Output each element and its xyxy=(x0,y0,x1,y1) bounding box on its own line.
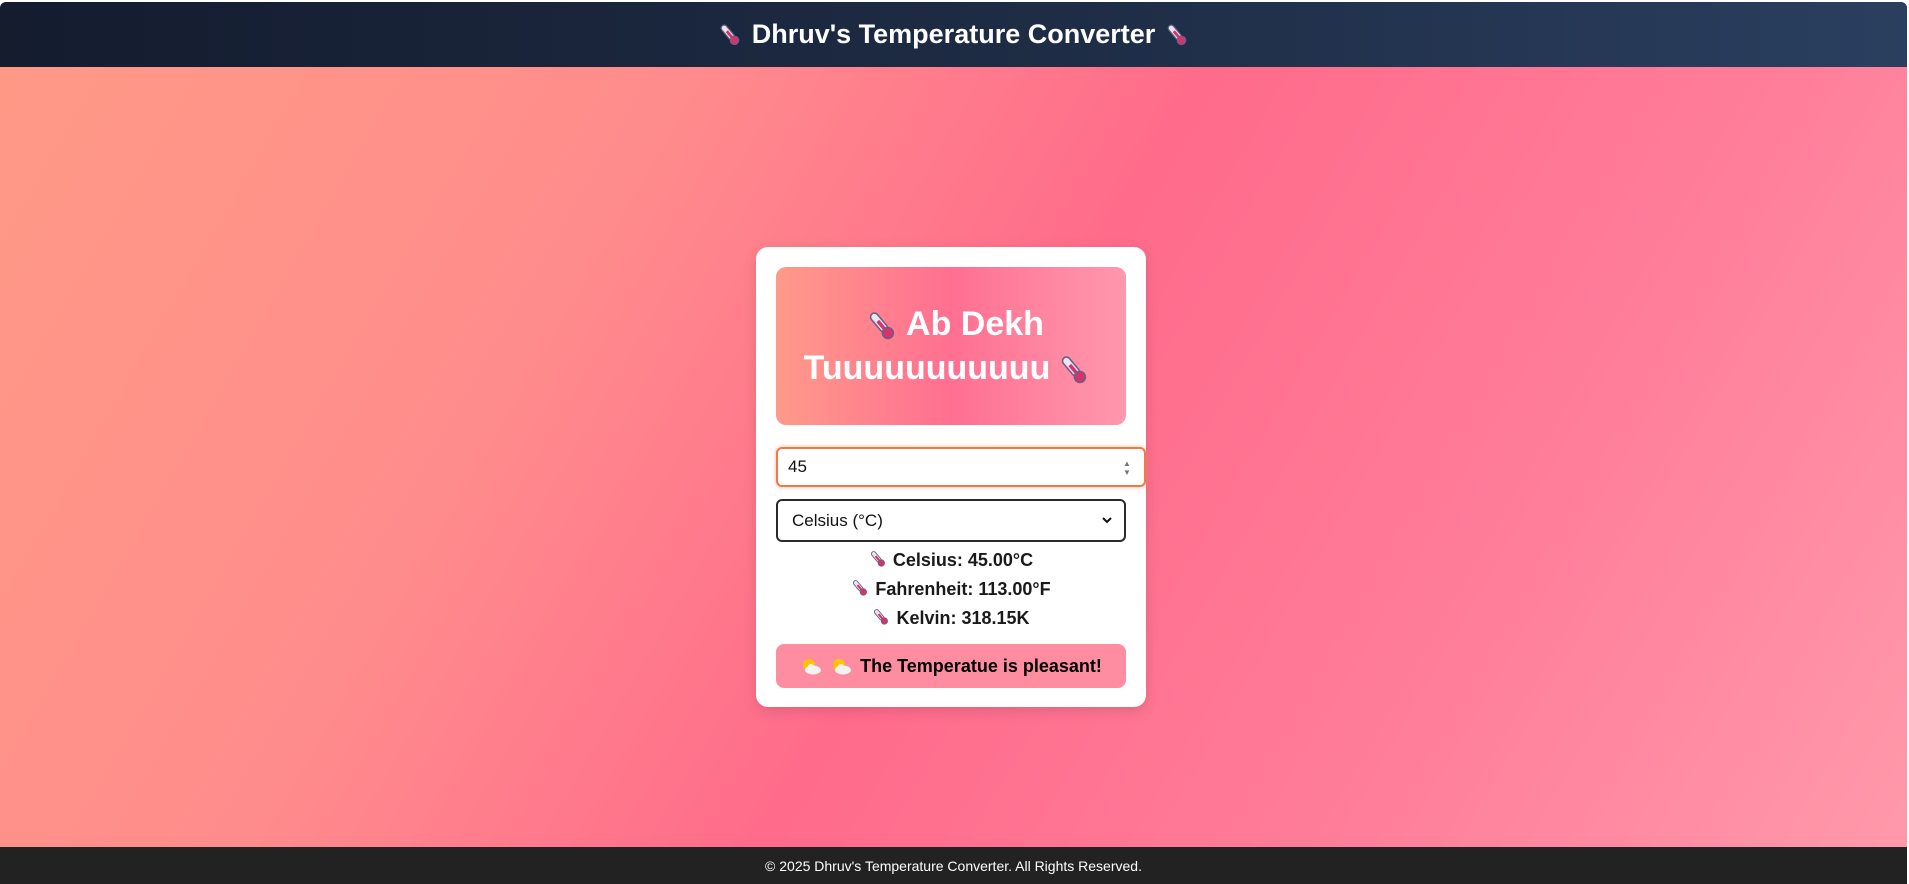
banner: Ab Dekh Tuuuuuuuuuuu xyxy=(776,267,1126,425)
converter-card: Ab Dekh Tuuuuuuuuuuu 45 ▲ ▼ Celsius (°C) … xyxy=(756,247,1146,707)
banner-line-2: Tuuuuuuuuuuu xyxy=(804,346,1099,390)
footer-text: © 2025 Dhruv's Temperature Converter. Al… xyxy=(765,857,1142,874)
temperature-input[interactable]: 45 ▲ ▼ xyxy=(776,447,1146,487)
result-kelvin: Kelvin: 318.15K xyxy=(776,605,1126,631)
banner-text-1: Ab Dekh xyxy=(906,305,1044,343)
unit-select-value: Celsius (°C) xyxy=(792,510,883,530)
thermometer-icon xyxy=(866,309,898,343)
thermometer-icon xyxy=(869,549,887,569)
banner-line-1: Ab Dekh xyxy=(858,302,1044,346)
status-text: The Temperatue is pleasant! xyxy=(860,655,1102,676)
result-celsius-text: Celsius: 45.00°C xyxy=(892,550,1034,570)
thermometer-icon xyxy=(872,607,890,627)
temperature-value: 45 xyxy=(788,457,807,476)
app-window: Dhruv's Temperature Converter Ab Dekh Tu… xyxy=(0,2,1907,884)
footer: © 2025 Dhruv's Temperature Converter. Al… xyxy=(0,847,1907,884)
result-fahrenheit: Fahrenheit: 113.00°F xyxy=(776,576,1126,602)
status-message: The Temperatue is pleasant! xyxy=(776,644,1126,688)
result-kelvin-text: Kelvin: 318.15K xyxy=(896,608,1030,628)
result-celsius: Celsius: 45.00°C xyxy=(776,547,1126,573)
chevron-down-icon xyxy=(1102,517,1112,524)
unit-select[interactable]: Celsius (°C) xyxy=(776,499,1126,542)
banner-text-2: Tuuuuuuuuuuu xyxy=(803,349,1051,387)
sun-behind-cloud-icon xyxy=(830,657,852,675)
thermometer-icon xyxy=(718,22,742,48)
sun-behind-cloud-icon xyxy=(800,657,822,675)
header-bar: Dhruv's Temperature Converter xyxy=(0,2,1907,67)
thermometer-icon xyxy=(1058,353,1090,387)
thermometer-icon xyxy=(851,578,869,598)
thermometer-icon xyxy=(1165,22,1189,48)
result-fahrenheit-text: Fahrenheit: 113.00°F xyxy=(875,579,1051,599)
app-title: Dhruv's Temperature Converter xyxy=(751,19,1156,49)
number-spinner[interactable]: ▲ ▼ xyxy=(1122,459,1132,477)
